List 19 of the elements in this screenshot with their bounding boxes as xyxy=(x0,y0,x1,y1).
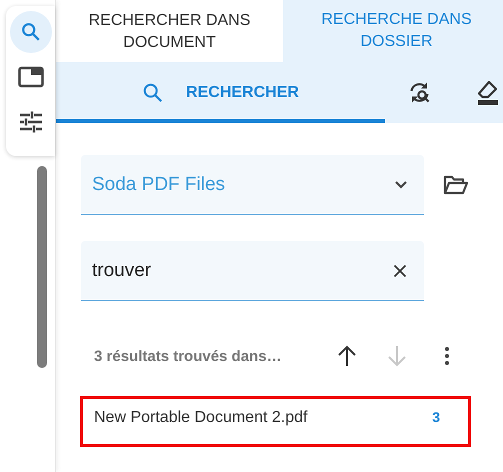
chevron-down-icon xyxy=(394,180,408,189)
file-result-item[interactable]: New Portable Document 2.pdf 3 xyxy=(80,396,471,447)
arrow-up-icon xyxy=(337,345,357,367)
panel-icon xyxy=(18,66,44,88)
arrow-down-icon xyxy=(387,345,407,367)
folder-icon xyxy=(443,174,469,196)
search-icon xyxy=(142,82,164,104)
search-field[interactable]: trouver xyxy=(81,241,424,301)
refresh-search-icon xyxy=(408,80,432,104)
search-icon xyxy=(20,21,42,43)
eraser-icon xyxy=(476,80,500,106)
file-name: New Portable Document 2.pdf xyxy=(94,409,308,427)
close-icon[interactable] xyxy=(393,264,407,278)
results-summary: 3 résultats trouvés dans… xyxy=(94,348,283,364)
sliders-icon xyxy=(18,111,42,133)
match-count: 3 xyxy=(432,409,440,425)
more-icon xyxy=(444,346,450,366)
scrollbar[interactable] xyxy=(37,166,47,368)
search-tool-button[interactable] xyxy=(10,11,52,53)
